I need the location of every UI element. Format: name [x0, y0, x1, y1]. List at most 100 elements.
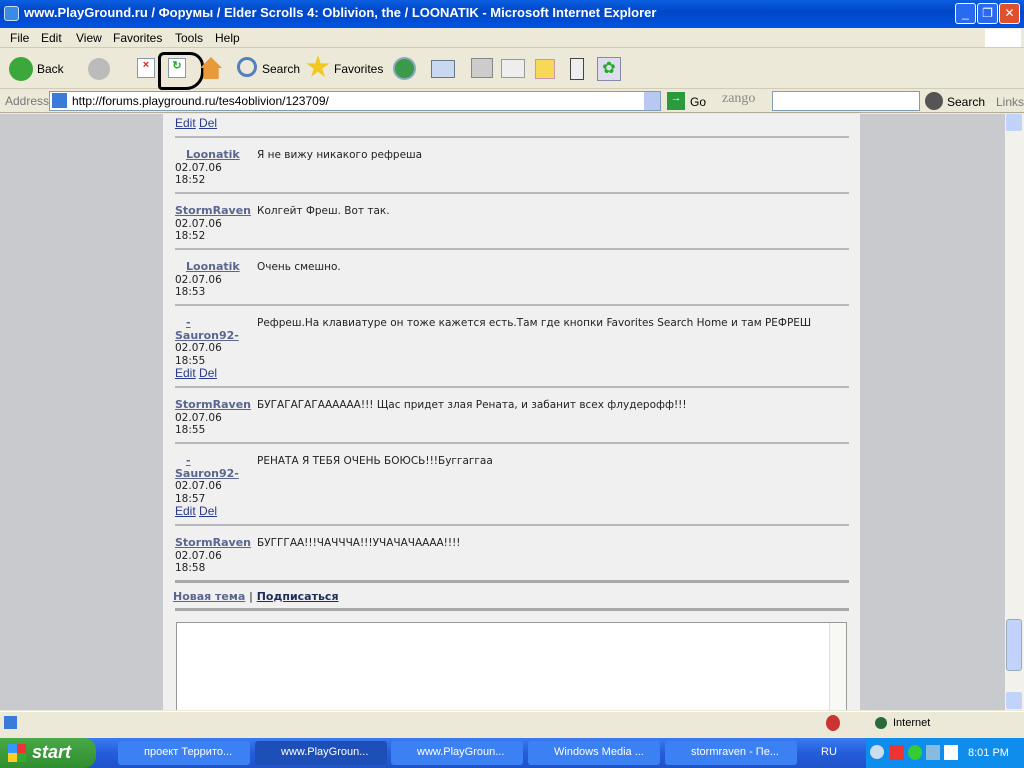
- restore-button[interactable]: ❐: [977, 3, 998, 24]
- menu-view[interactable]: View: [76, 31, 102, 45]
- go-arrow-icon[interactable]: →: [667, 92, 685, 110]
- stop-icon[interactable]: ×: [137, 58, 155, 78]
- footer-separator: |: [249, 590, 253, 603]
- language-indicator[interactable]: RU: [821, 746, 837, 758]
- favorites-button[interactable]: Favorites: [334, 62, 383, 76]
- taskbar-item[interactable]: Windows Media ...: [528, 741, 660, 765]
- post-date: 02.07.06: [175, 342, 222, 354]
- history-icon[interactable]: [393, 57, 416, 80]
- status-bar: Internet: [0, 711, 1024, 735]
- icq-tray-icon[interactable]: [908, 745, 922, 760]
- popup-blocker-icon: [826, 715, 840, 731]
- windows-logo-icon: [985, 29, 1021, 47]
- minimize-button[interactable]: _: [955, 3, 976, 24]
- post-date: 02.07.06: [175, 549, 222, 562]
- taskbar-item[interactable]: www.PlayGroun...: [391, 741, 523, 765]
- post-text: РЕНАТА Я ТЕБЯ ОЧЕНЬ БОЮСЬ!!!Буггаггаа: [257, 455, 493, 467]
- post-time: 18:58: [175, 562, 206, 574]
- ie-icon: [4, 6, 19, 21]
- zango-search-button[interactable]: Search: [947, 95, 985, 109]
- post-author[interactable]: StormRaven: [175, 536, 251, 549]
- del-link[interactable]: Del: [199, 116, 217, 130]
- tray-expand-icon[interactable]: [870, 745, 884, 759]
- taskbar-item[interactable]: www.PlayGroun...: [255, 741, 387, 765]
- messenger-icon[interactable]: [570, 58, 584, 80]
- icq-flower-icon[interactable]: ✿: [597, 57, 621, 81]
- hand-tray-icon[interactable]: [944, 745, 958, 760]
- menu-file[interactable]: File: [10, 31, 29, 45]
- post-time: 18:52: [175, 230, 206, 242]
- search-button[interactable]: Search: [262, 62, 300, 76]
- edit-link[interactable]: Edit: [175, 366, 196, 380]
- divider: [175, 524, 849, 526]
- post: StormRaven 02.07.06 18:58 БУГГГАА!!!ЧАЧЧЧА!…: [175, 536, 855, 575]
- reply-textarea[interactable]: [176, 622, 847, 710]
- post-author[interactable]: Sauron92-: [175, 329, 239, 342]
- post: - Sauron92- 02.07.06 18:55 Edit Del Рефреш.На…: [175, 316, 855, 381]
- post-time: 18:52: [175, 174, 206, 186]
- post-author[interactable]: Loonatik: [186, 260, 240, 273]
- address-input[interactable]: http://forums.playground.ru/tes4oblivion…: [49, 91, 661, 111]
- system-tray: 8:01 PM: [866, 738, 1024, 768]
- zone-label: Internet: [893, 717, 931, 729]
- post-time: 18:55: [175, 424, 206, 436]
- post-date: 02.07.06: [175, 411, 222, 424]
- title-bar: www.PlayGround.ru / Форумы / Elder Scrol…: [0, 0, 1024, 28]
- forward-arrow-icon[interactable]: [88, 58, 110, 80]
- post-author-prefix[interactable]: -: [186, 316, 191, 329]
- mail-icon[interactable]: [431, 60, 455, 78]
- post: StormRaven 02.07.06 18:55 БУГАГАГАГАААААА!!…: [175, 398, 855, 437]
- post-author-prefix[interactable]: -: [186, 454, 191, 467]
- del-link[interactable]: Del: [199, 504, 217, 518]
- address-label: Address: [5, 94, 50, 108]
- forum-content: Edit Del Loonatik 02.07.06 18:52 Я не вижу …: [163, 114, 860, 710]
- zango-search-input[interactable]: [772, 91, 920, 111]
- scroll-up-icon[interactable]: [1006, 114, 1022, 131]
- post-text: Очень смешно.: [257, 261, 341, 273]
- textarea-scrollbar[interactable]: [829, 623, 846, 710]
- antivirus-icon[interactable]: [890, 745, 904, 760]
- menu-help[interactable]: Help: [215, 31, 240, 45]
- post-time: 18:57: [175, 492, 206, 505]
- links-button[interactable]: Links: [996, 95, 1024, 109]
- scroll-thumb[interactable]: [1006, 619, 1022, 671]
- scroll-down-icon[interactable]: [1006, 692, 1022, 709]
- new-topic-link[interactable]: Новая тема: [173, 590, 245, 603]
- taskbar-item[interactable]: проект Террито...: [118, 741, 250, 765]
- close-button[interactable]: ✕: [999, 3, 1020, 24]
- edit-page-icon[interactable]: [501, 59, 525, 78]
- back-arrow-icon[interactable]: [9, 57, 33, 81]
- edit-link[interactable]: Edit: [175, 116, 196, 130]
- back-button[interactable]: Back: [37, 62, 64, 76]
- start-label: start: [32, 742, 72, 762]
- post: - Sauron92- 02.07.06 18:57 Edit Del РЕНАТА Я …: [175, 454, 855, 519]
- post-author[interactable]: Sauron92-: [175, 467, 239, 480]
- menu-tools[interactable]: Tools: [175, 31, 203, 45]
- post-time: 18:55: [175, 354, 206, 367]
- notes-icon[interactable]: [535, 59, 555, 79]
- del-link[interactable]: Del: [199, 366, 217, 380]
- edit-link[interactable]: Edit: [175, 504, 196, 518]
- post-date: 02.07.06: [175, 161, 222, 174]
- subscribe-link[interactable]: Подписаться: [257, 590, 339, 603]
- taskbar-item[interactable]: stormraven - Пе...: [665, 741, 797, 765]
- address-url: http://forums.playground.ru/tes4oblivion…: [72, 94, 329, 108]
- search-arrow-icon[interactable]: [925, 92, 943, 110]
- address-dropdown-icon[interactable]: [644, 92, 660, 110]
- post-date: 02.07.06: [175, 480, 222, 492]
- post-author[interactable]: StormRaven: [175, 398, 251, 411]
- print-icon[interactable]: [471, 58, 493, 78]
- clock: 8:01 PM: [968, 747, 1009, 759]
- divider: [175, 608, 849, 611]
- go-button[interactable]: Go: [690, 95, 706, 109]
- post-author[interactable]: StormRaven: [175, 204, 251, 217]
- post-text: Колгейт Фреш. Вот так.: [257, 205, 390, 217]
- post-author[interactable]: Loonatik: [186, 148, 240, 161]
- menu-favorites[interactable]: Favorites: [113, 31, 162, 45]
- search-magnifier-icon[interactable]: [237, 57, 257, 77]
- menu-edit[interactable]: Edit: [41, 31, 62, 45]
- network-icon[interactable]: [926, 745, 940, 760]
- page-scrollbar[interactable]: [1005, 114, 1024, 710]
- post: Loonatik 02.07.06 18:52 Я не вижу никакого …: [175, 148, 855, 187]
- divider: [175, 136, 849, 138]
